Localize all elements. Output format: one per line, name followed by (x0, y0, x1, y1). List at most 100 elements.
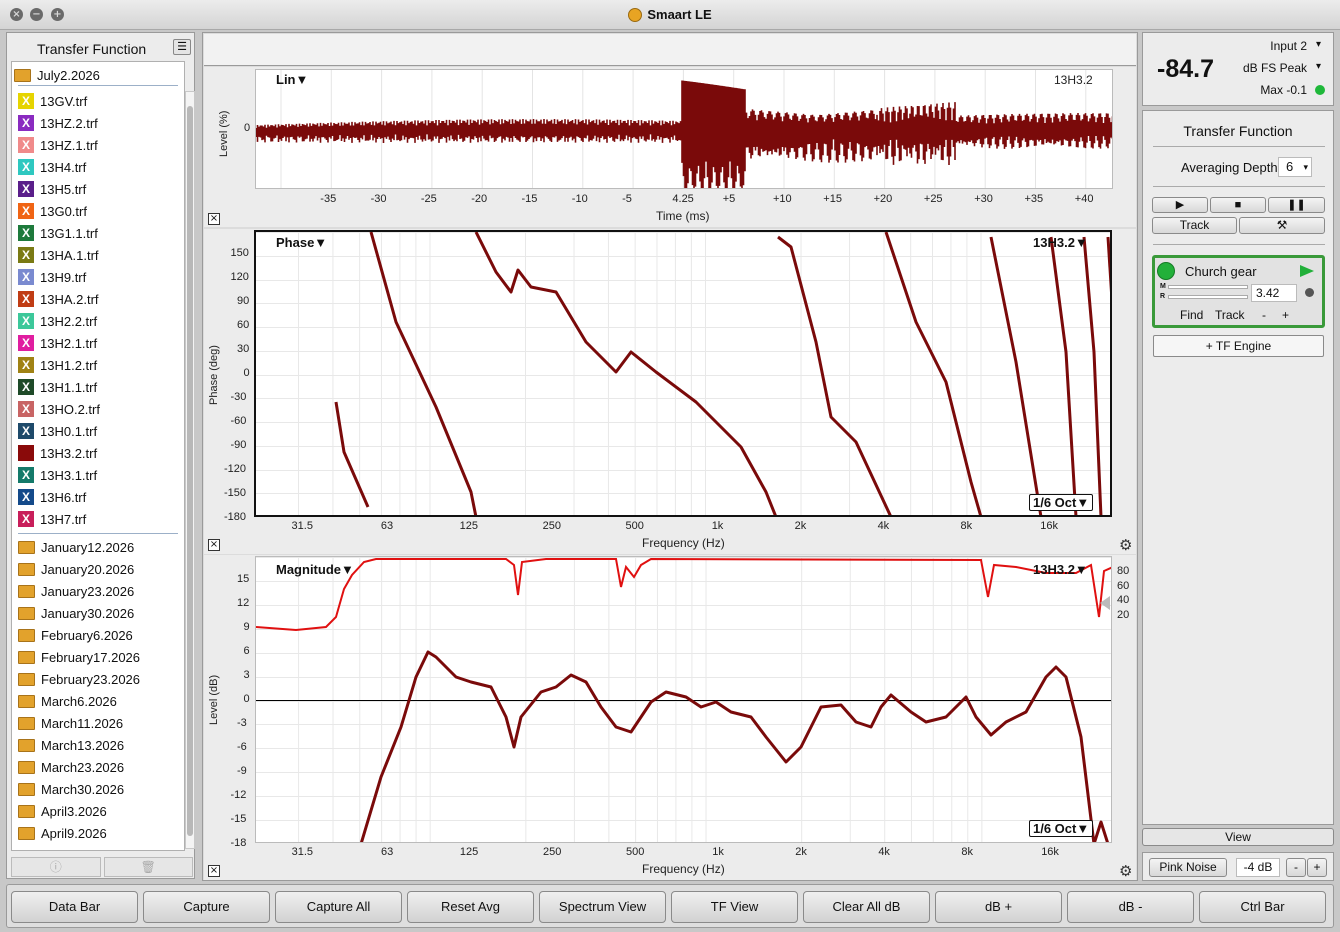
folder-item[interactable]: March6.2026 (18, 690, 117, 712)
phase-plot[interactable] (254, 230, 1112, 517)
delay-field[interactable]: 3.42 (1251, 284, 1297, 302)
folder-item[interactable]: April3.2026 (18, 800, 107, 822)
tf-engine-card[interactable]: Church gear M R 3.42 Find Track - + (1152, 255, 1325, 328)
file-item[interactable]: X 13G1.1.trf (18, 222, 98, 244)
file-item[interactable]: X 13H1.2.trf (18, 354, 97, 376)
folder-item[interactable]: February17.2026 (18, 646, 140, 668)
folder-item[interactable]: January23.2026 (18, 580, 134, 602)
play-button[interactable]: ▶ (1152, 197, 1208, 213)
folder-item[interactable]: February23.2026 (18, 668, 140, 690)
folder-item[interactable]: January20.2026 (18, 558, 134, 580)
file-label: 13HA.2.trf (40, 291, 99, 307)
folder-item[interactable]: March11.2026 (18, 712, 123, 734)
magnitude-label[interactable]: Magnitude▼ (276, 562, 354, 577)
trf-file-icon: X (18, 401, 34, 417)
stop-button[interactable]: ■ (1210, 197, 1266, 213)
folder-item[interactable]: March30.2026 (18, 778, 124, 800)
magnitude-smoothing-selector[interactable]: 1/6 Oct▼ (1029, 820, 1094, 837)
phase-x-tick: 63 (380, 520, 394, 532)
file-item[interactable]: X 13H7.trf (18, 508, 86, 530)
phase-settings-icon[interactable]: ⚙ (1119, 536, 1132, 554)
file-item[interactable]: X 13H9.trf (18, 266, 86, 288)
file-item[interactable]: X 13H1.1.trf (18, 376, 97, 398)
db-button[interactable]: dB - (1067, 891, 1194, 923)
file-item[interactable]: X 13H3.1.trf (18, 464, 97, 486)
engine-status-indicator[interactable] (1157, 262, 1175, 280)
file-item[interactable]: X 13HO.2.trf (18, 398, 100, 420)
find-button[interactable]: Find (1180, 308, 1203, 322)
pink-noise-button[interactable]: Pink Noise (1149, 858, 1227, 877)
phase-close-button[interactable]: × (208, 539, 220, 551)
magnitude-plot[interactable] (255, 556, 1112, 843)
file-item[interactable]: X 13HZ.2.trf (18, 112, 98, 134)
folder-item[interactable]: January30.2026 (18, 602, 134, 624)
db-button[interactable]: dB + (935, 891, 1062, 923)
folder-item[interactable]: February6.2026 (18, 624, 133, 646)
add-tf-engine-button[interactable]: + TF Engine (1153, 335, 1324, 357)
impulse-x-tick: +40 (1074, 193, 1094, 205)
level-decrease-button[interactable]: - (1286, 858, 1306, 877)
magnitude-close-button[interactable]: × (208, 865, 220, 877)
coherence-threshold-handle[interactable] (1100, 596, 1110, 610)
file-item[interactable]: X 13HA.2.trf (18, 288, 99, 310)
magnitude-settings-icon[interactable]: ⚙ (1119, 862, 1132, 880)
file-item[interactable]: X 13H0.1.trf (18, 420, 97, 442)
phase-trace-selector[interactable]: 13H3.2▼ (1033, 235, 1088, 250)
file-item[interactable]: X 13HZ.1.trf (18, 134, 98, 156)
level-increase-button[interactable]: + (1307, 858, 1327, 877)
impulse-plot[interactable] (255, 69, 1113, 189)
pause-button[interactable]: ❚❚ (1268, 197, 1325, 213)
file-label: 13H3.2.trf (40, 445, 98, 461)
delay-decrease-button[interactable]: - (1262, 308, 1266, 322)
phase-label[interactable]: Phase▼ (276, 235, 327, 250)
ctrl-bar-button[interactable]: Ctrl Bar (1199, 891, 1326, 923)
file-item[interactable]: X 13HA.1.trf (18, 244, 99, 266)
file-label: 13H9.trf (40, 269, 87, 285)
info-button[interactable]: ⓘ (11, 857, 101, 877)
spectrum-view-button[interactable]: Spectrum View (539, 891, 666, 923)
view-button[interactable]: View (1142, 828, 1334, 846)
impulse-close-button[interactable]: × (208, 213, 220, 225)
reset-avg-button[interactable]: Reset Avg (407, 891, 534, 923)
generator-level-field[interactable]: -4 dB (1236, 858, 1280, 877)
magnitude-trace-selector[interactable]: 13H3.2▼ (1033, 562, 1088, 577)
folder-item[interactable]: January12.2026 (18, 536, 134, 558)
engine-track-button[interactable]: Track (1215, 308, 1245, 322)
data-bar-button[interactable]: Data Bar (11, 891, 138, 923)
magnitude-y-tick: -3 (237, 717, 247, 729)
file-item[interactable]: X 13H5.trf (18, 178, 86, 200)
clear-all-db-button[interactable]: Clear All dB (803, 891, 930, 923)
file-item[interactable]: X 13H6.trf (18, 486, 86, 508)
track-button[interactable]: Track (1152, 217, 1237, 234)
capture-button[interactable]: Capture (143, 891, 270, 923)
folder-item[interactable]: March13.2026 (18, 734, 124, 756)
engine-run-icon[interactable] (1300, 265, 1314, 277)
file-item[interactable]: X 13G0.trf (18, 200, 87, 222)
capture-all-button[interactable]: Capture All (275, 891, 402, 923)
averaging-depth-select[interactable]: 6 ▾ (1278, 157, 1312, 177)
file-item[interactable]: X 13H2.2.trf (18, 310, 97, 332)
zoom-window-button[interactable]: + (51, 8, 64, 21)
close-window-button[interactable]: × (10, 8, 23, 21)
file-item[interactable]: X 13H2.1.trf (18, 332, 97, 354)
tf-view-button[interactable]: TF View (671, 891, 798, 923)
folder-item-open[interactable]: July2.2026 (14, 64, 100, 86)
file-list[interactable]: July2.2026 X 13GV.trf X 13HZ.2.trf X 13HZ.1.tr… (11, 61, 185, 851)
folder-item[interactable]: April9.2026 (18, 822, 107, 844)
minimize-window-button[interactable]: − (30, 8, 43, 21)
delay-lock-icon[interactable] (1305, 288, 1314, 297)
file-item[interactable]: 13H3.2.trf (18, 442, 97, 464)
meter-mode-selector[interactable]: dB FS Peak (1243, 61, 1307, 75)
tools-button[interactable]: ⚒ (1239, 217, 1325, 234)
file-item[interactable]: X 13GV.trf (18, 90, 87, 112)
sidebar-menu-button[interactable]: ☰ (173, 39, 191, 55)
file-item[interactable]: X 13H4.trf (18, 156, 86, 178)
phase-smoothing-selector[interactable]: 1/6 Oct▼ (1029, 494, 1094, 511)
scrollbar-thumb[interactable] (187, 106, 193, 836)
delay-increase-button[interactable]: + (1282, 308, 1289, 322)
meter-input-selector[interactable]: Input 2 (1270, 39, 1307, 53)
impulse-mode-selector[interactable]: Lin▼ (276, 72, 308, 87)
delete-button[interactable]: 🗑 (103, 857, 193, 877)
folder-item[interactable]: March23.2026 (18, 756, 124, 778)
file-list-scrollbar[interactable] (185, 91, 195, 849)
